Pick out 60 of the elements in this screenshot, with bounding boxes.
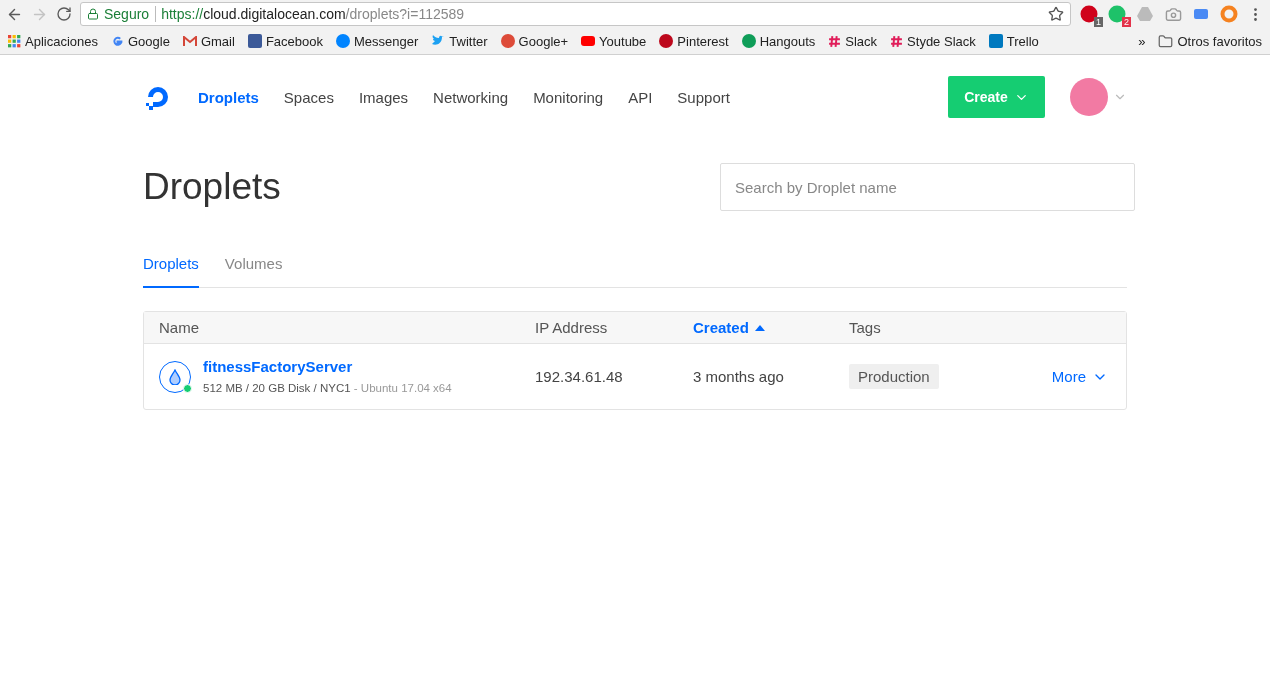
nav-link[interactable]: API: [628, 88, 653, 106]
hash-icon: [828, 34, 842, 48]
nav-link[interactable]: Spaces: [283, 88, 334, 106]
column-header[interactable]: Tags: [849, 319, 996, 336]
g-letter-icon: [111, 34, 124, 48]
nav-link[interactable]: Images: [358, 88, 409, 106]
folder-icon: [1158, 33, 1174, 49]
bookmark-link[interactable]: Google: [111, 33, 170, 49]
tab[interactable]: Droplets: [143, 245, 199, 288]
sort-up-icon: [754, 324, 765, 331]
bookmark-link[interactable]: Aplicaciones: [8, 33, 98, 49]
reload-icon[interactable]: [56, 6, 72, 22]
bookmark-link[interactable]: Messenger: [335, 33, 419, 49]
hash-icon: [890, 34, 904, 48]
play-icon: [581, 34, 596, 48]
count-badge: 2: [1122, 17, 1131, 27]
lifebuoy-icon[interactable]: [1220, 5, 1238, 23]
apps-grid-icon: [8, 34, 21, 48]
droplet-specs: 512 MB / 20 GB Disk / NYC1 - Ubuntu 17.04 x64: [203, 381, 452, 394]
tag-chip[interactable]: Production: [849, 363, 939, 389]
tab[interactable]: Volumes: [224, 245, 283, 288]
envelope-icon: [182, 35, 197, 47]
bookmark-link[interactable]: Gmail: [182, 33, 235, 49]
drop-icon: [169, 368, 181, 385]
droplet-name-link[interactable]: fitnessFactoryServer: [203, 357, 452, 375]
page-title: Droplets: [143, 166, 281, 208]
bookmark-link[interactable]: Facebook: [247, 33, 323, 49]
bookmark-link[interactable]: Google+: [500, 33, 569, 49]
ip-address: 192.34.61.48: [535, 368, 624, 385]
search-field[interactable]: Search by Droplet name: [720, 163, 1135, 211]
logo-icon: [500, 34, 515, 48]
bookmark-folder[interactable]: Otros favoritos: [1158, 33, 1262, 49]
camera-icon[interactable]: [1164, 5, 1182, 23]
address-bar[interactable]: Seguro https://cloud.digitalocean.com/droplets?i=112589: [80, 2, 1071, 26]
created-time: 3 months ago: [693, 368, 785, 385]
nav-link[interactable]: Droplets: [198, 88, 259, 106]
nav-link[interactable]: Monitoring: [533, 88, 604, 106]
overflow-chevron[interactable]: »: [1138, 33, 1146, 49]
logo-icon: [659, 34, 674, 48]
bookmark-link[interactable]: Pinterest: [659, 33, 729, 49]
bookmark-link[interactable]: Youtube: [581, 33, 647, 49]
avatar[interactable]: [1070, 78, 1108, 116]
bookmark-link[interactable]: Trello: [988, 33, 1039, 49]
column-header[interactable]: Name: [159, 319, 535, 336]
bookmark-link[interactable]: Twitter: [431, 33, 488, 49]
bookmark-link[interactable]: Slack: [828, 33, 878, 49]
logo-icon: [247, 34, 262, 48]
security-label: Seguro: [104, 6, 157, 22]
more-dropdown[interactable]: More: [1051, 368, 1108, 385]
lock-icon: [87, 8, 99, 20]
bookmark-link[interactable]: Hangouts: [741, 33, 816, 49]
nav-link[interactable]: Networking: [433, 88, 509, 106]
star-icon[interactable]: [1048, 6, 1064, 22]
bird-icon: [431, 35, 446, 47]
column-header[interactable]: Created: [693, 319, 849, 336]
bookmark-link[interactable]: Styde Slack: [890, 33, 976, 49]
url-text: https://cloud.digitalocean.com/droplets?i=112589: [161, 6, 466, 22]
column-header[interactable]: IP Address: [535, 319, 693, 336]
nav-link[interactable]: Support: [677, 88, 730, 106]
count-badge: 1: [1094, 17, 1103, 27]
